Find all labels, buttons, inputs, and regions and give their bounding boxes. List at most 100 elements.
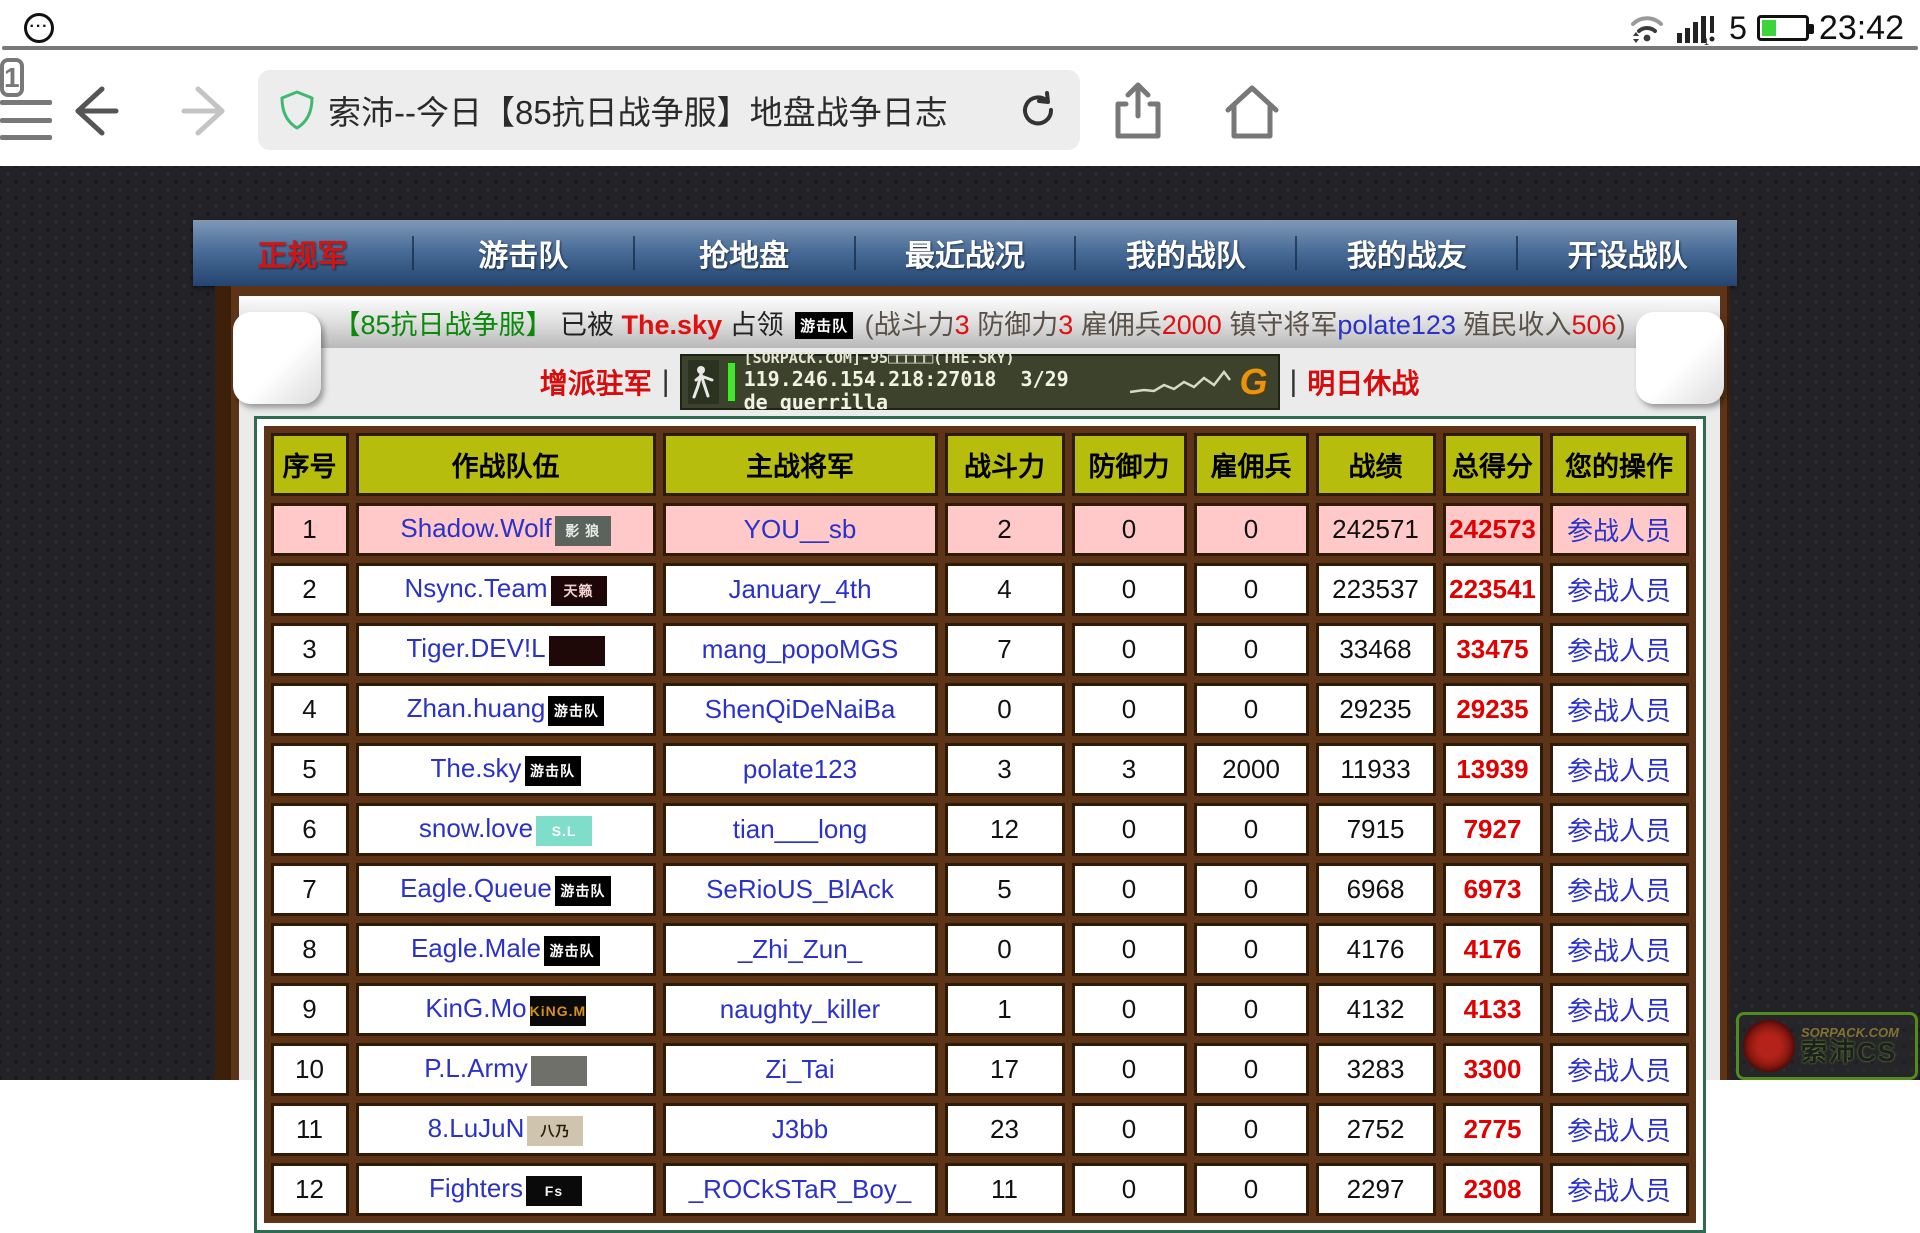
general-link[interactable]: mang_popoMGS xyxy=(702,634,899,664)
participants-link[interactable]: 参战人员 xyxy=(1567,876,1671,906)
cell-action: 参战人员 xyxy=(1550,563,1689,616)
participants-link[interactable]: 参战人员 xyxy=(1567,756,1671,786)
refresh-icon[interactable] xyxy=(1018,90,1058,130)
team-link[interactable]: Nsync.Team xyxy=(404,573,547,603)
participants-link[interactable]: 参战人员 xyxy=(1567,696,1671,726)
forward-button[interactable] xyxy=(176,81,236,141)
team-link[interactable]: P.L.Army xyxy=(424,1053,528,1083)
cell-action: 参战人员 xyxy=(1550,1163,1689,1216)
notification-ellipsis-icon[interactable]: ··· xyxy=(24,13,54,43)
browser-toolbar: 索沛--今日【85抗日战争服】地盘战争日志 1 xyxy=(0,56,1920,166)
participants-link[interactable]: 参战人员 xyxy=(1567,816,1671,846)
url-bar[interactable]: 索沛--今日【85抗日战争服】地盘战争日志 xyxy=(258,70,1080,150)
nav-item-6[interactable]: 我的战友 xyxy=(1297,220,1516,286)
power-value: 3 xyxy=(955,310,970,340)
cell-total: 223541 xyxy=(1443,563,1543,616)
cell-rank: 3 xyxy=(271,623,349,676)
team-link[interactable]: The.sky xyxy=(430,753,521,783)
cell-team: snow.loveS.L xyxy=(356,803,656,856)
cell-record: 29235 xyxy=(1316,683,1436,736)
cell-general: mang_popoMGS xyxy=(663,623,938,676)
battery-fill xyxy=(1762,20,1776,36)
participants-link[interactable]: 参战人员 xyxy=(1567,636,1671,666)
share-icon[interactable] xyxy=(1110,82,1166,140)
cell-mercs: 0 xyxy=(1194,863,1309,916)
column-header: 您的操作 xyxy=(1550,433,1689,496)
team-link[interactable]: KinG.Mo xyxy=(425,993,526,1023)
team-link[interactable]: Zhan.huang xyxy=(407,693,546,723)
cell-power: 11 xyxy=(945,1163,1065,1216)
team-link[interactable]: Tiger.DEV!L xyxy=(406,633,545,663)
ping-graph-icon xyxy=(1128,366,1232,398)
team-link[interactable]: snow.love xyxy=(419,813,533,843)
general-link[interactable]: ShenQiDeNaiBa xyxy=(705,694,896,724)
participants-link[interactable]: 参战人员 xyxy=(1567,1056,1671,1086)
team-link[interactable]: Eagle.Male xyxy=(411,933,541,963)
menu-icon[interactable] xyxy=(0,100,52,140)
nav-item-2[interactable]: 游击队 xyxy=(414,220,633,286)
defense-value: 3 xyxy=(1058,310,1073,340)
cell-rank: 10 xyxy=(271,1043,349,1096)
cell-total: 2308 xyxy=(1443,1163,1543,1216)
cell-power: 4 xyxy=(945,563,1065,616)
general-link[interactable]: polate123 xyxy=(743,754,857,784)
team-link[interactable]: 8.LuJuN xyxy=(428,1113,525,1143)
general-link[interactable]: _ROCkSTaR_Boy_ xyxy=(689,1174,912,1204)
team-badge-icon: KiNG.Mo xyxy=(530,996,586,1026)
back-button[interactable] xyxy=(64,81,124,141)
general-link[interactable]: January_4th xyxy=(728,574,871,604)
watermark-text: SORPACK.COM 索沛CS xyxy=(1801,1026,1899,1067)
general-link[interactable]: tian___long xyxy=(733,814,867,844)
nav-item-1[interactable]: 正规军 xyxy=(193,220,412,286)
cell-rank: 11 xyxy=(271,1103,349,1156)
cell-mercs: 0 xyxy=(1194,1103,1309,1156)
watermark-name: 索沛CS xyxy=(1801,1039,1899,1066)
truce-tomorrow-link[interactable]: 明日休战 xyxy=(1307,362,1419,402)
nav-item-4[interactable]: 最近战况 xyxy=(856,220,1075,286)
cell-general: _ROCkSTaR_Boy_ xyxy=(663,1163,938,1216)
nav-item-5[interactable]: 我的战队 xyxy=(1076,220,1295,286)
cell-action: 参战人员 xyxy=(1550,803,1689,856)
participants-link[interactable]: 参战人员 xyxy=(1567,936,1671,966)
home-icon[interactable] xyxy=(1224,82,1280,140)
table-row: 3Tiger.DEV!Lmang_popoMGS7003346833475参战人… xyxy=(271,623,1689,676)
server-status-bar xyxy=(727,362,735,402)
page-title: 索沛--今日【85抗日战争服】地盘战争日志 xyxy=(328,86,1004,134)
nav-item-7[interactable]: 开设战队 xyxy=(1518,220,1737,286)
war-table-container: 序号作战队伍主战将军战斗力防御力雇佣兵战绩总得分您的操作 1Shadow.Wol… xyxy=(254,416,1706,1233)
cell-record: 4176 xyxy=(1316,923,1436,976)
cell-mercs: 0 xyxy=(1194,623,1309,676)
participants-link[interactable]: 参战人员 xyxy=(1567,996,1671,1026)
cell-rank: 1 xyxy=(271,503,349,556)
cell-rank: 6 xyxy=(271,803,349,856)
participants-link[interactable]: 参战人员 xyxy=(1567,1176,1671,1206)
merc-label: 雇佣兵 xyxy=(1081,310,1162,340)
general-link[interactable]: SeRioUS_BlAck xyxy=(706,874,894,904)
cell-record: 223537 xyxy=(1316,563,1436,616)
cell-action: 参战人员 xyxy=(1550,923,1689,976)
cell-record: 11933 xyxy=(1316,743,1436,796)
nav-item-3[interactable]: 抢地盘 xyxy=(635,220,854,286)
cell-total: 6973 xyxy=(1443,863,1543,916)
cell-general: Zi_Tai xyxy=(663,1043,938,1096)
participants-link[interactable]: 参战人员 xyxy=(1567,576,1671,606)
cell-action: 参战人员 xyxy=(1550,1043,1689,1096)
cell-mercs: 0 xyxy=(1194,803,1309,856)
cell-team: The.sky游击队 xyxy=(356,743,656,796)
general-link[interactable]: _Zhi_Zun_ xyxy=(738,934,862,964)
tabs-button[interactable]: 1 xyxy=(0,58,24,97)
battery-icon xyxy=(1757,15,1809,41)
send-garrison-link[interactable]: 增派驻军 xyxy=(540,362,652,402)
participants-link[interactable]: 参战人员 xyxy=(1567,516,1671,546)
general-link[interactable]: J3bb xyxy=(772,1114,828,1144)
general-link[interactable]: naughty_killer xyxy=(720,994,880,1024)
team-link[interactable]: Shadow.Wolf xyxy=(400,513,551,543)
participants-link[interactable]: 参战人员 xyxy=(1567,1116,1671,1146)
cell-total: 4133 xyxy=(1443,983,1543,1036)
cell-action: 参战人员 xyxy=(1550,743,1689,796)
team-link[interactable]: Eagle.Queue xyxy=(400,873,552,903)
site-watermark: SORPACK.COM 索沛CS xyxy=(1736,1012,1918,1080)
server-tracker-banner[interactable]: [SORPACK.COM]-95□□□□□(THE.SKY) 119.246.1… xyxy=(680,354,1280,410)
team-link[interactable]: Fighters xyxy=(429,1173,523,1203)
general-link[interactable]: YOU__sb xyxy=(744,514,857,544)
